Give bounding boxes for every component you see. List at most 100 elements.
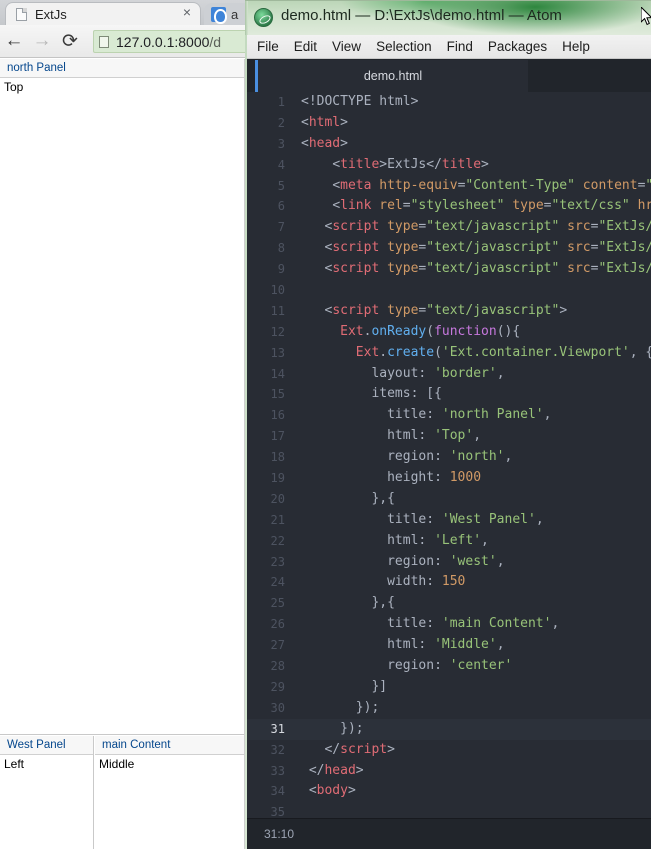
code-line[interactable]: 18 region: 'north',	[247, 447, 651, 468]
atom-tab-bar: demo.html	[247, 59, 651, 92]
code-line[interactable]: 11 <script type="text/javascript">	[247, 301, 651, 322]
ext-panel-west-title: West Panel	[0, 736, 93, 755]
line-number: 24	[270, 575, 285, 590]
code-editor[interactable]: 1 <!DOCTYPE html> 2 <html> 3 <head> 4 <title>E…	[247, 92, 651, 818]
code-line[interactable]: 27 html: 'Middle',	[247, 635, 651, 656]
code-line-text: region: 'west',	[387, 553, 505, 569]
code-line[interactable]: 23 region: 'west',	[247, 552, 651, 573]
code-line[interactable]: 35	[247, 802, 651, 818]
ext-panel-center-title: main Content	[95, 736, 244, 755]
code-line[interactable]: 16 title: 'north Panel',	[247, 405, 651, 426]
menu-find[interactable]: Find	[447, 39, 473, 54]
address-path: /d	[209, 33, 222, 50]
menu-selection[interactable]: Selection	[376, 39, 432, 54]
menu-help[interactable]: Help	[562, 39, 590, 54]
ext-panel-west: West Panel Left	[0, 736, 94, 849]
code-line[interactable]: 28 region: 'center'	[247, 656, 651, 677]
line-number: 27	[270, 638, 285, 653]
code-line[interactable]: 9 <script type="text/javascript" src="Ex…	[247, 259, 651, 280]
tab-label: demo.html	[363, 69, 423, 83]
line-number: 5	[277, 178, 285, 193]
code-line[interactable]: 21 title: 'West Panel',	[247, 510, 651, 531]
forward-icon[interactable]: →	[28, 27, 56, 55]
code-line-text: });	[340, 720, 364, 736]
browser-tab-strip: ExtJs × a	[0, 0, 251, 25]
menu-edit[interactable]: Edit	[294, 39, 317, 54]
code-line[interactable]: 5 <meta http-equiv="Content-Type" conten…	[247, 176, 651, 197]
code-line[interactable]: 6 <link rel="stylesheet" type="text/css"…	[247, 196, 651, 217]
line-number: 35	[270, 805, 285, 818]
code-line[interactable]: 30 });	[247, 698, 651, 719]
code-line-text: }]	[371, 678, 388, 694]
code-line[interactable]: 7 <script type="text/javascript" src="Ex…	[247, 217, 651, 238]
atom-status-bar: 31:10	[247, 818, 651, 849]
reload-icon[interactable]: ⟳	[56, 27, 84, 55]
code-line[interactable]: 20 },{	[247, 489, 651, 510]
code-line-text: <script type="text/javascript" src="ExtJ…	[324, 240, 651, 256]
code-line-text: title: 'north Panel',	[387, 407, 552, 423]
close-icon[interactable]: ×	[180, 5, 194, 19]
line-number: 18	[270, 450, 285, 465]
tab-demo-html[interactable]: demo.html	[255, 60, 528, 92]
line-number: 1	[277, 95, 285, 109]
code-line[interactable]: 13 Ext.create('Ext.container.Viewport', …	[247, 343, 651, 364]
code-line[interactable]: 33 </head>	[247, 761, 651, 782]
ext-panel-north: north Panel Top	[0, 59, 244, 735]
line-number: 17	[270, 429, 285, 444]
mouse-pointer-icon	[641, 7, 651, 26]
line-number: 25	[270, 596, 285, 611]
cursor-position-status[interactable]: 31:10	[264, 827, 294, 841]
menu-file[interactable]: File	[257, 39, 279, 54]
code-line[interactable]: 12 Ext.onReady(function(){	[247, 322, 651, 343]
code-line[interactable]: 34 <body>	[247, 781, 651, 802]
ext-panel-north-title: north Panel	[0, 59, 244, 78]
code-line[interactable]: 17 html: 'Top',	[247, 426, 651, 447]
code-line-text: <html>	[301, 114, 348, 130]
code-line-text: <head>	[301, 135, 348, 151]
window-frame-edge	[245, 1, 248, 36]
line-number: 32	[270, 742, 285, 757]
line-number: 29	[270, 679, 285, 694]
code-line[interactable]: 24 width: 150	[247, 572, 651, 593]
code-line-text: title: 'main Content',	[387, 616, 560, 632]
code-line[interactable]: 31 });	[247, 718, 651, 740]
code-line-text: <body>	[308, 783, 356, 799]
line-number: 6	[277, 199, 285, 214]
code-line[interactable]: 19 height: 1000	[247, 468, 651, 489]
code-line-text: <script type="text/javascript">	[324, 302, 568, 318]
code-line[interactable]: 1 <!DOCTYPE html>	[247, 92, 651, 113]
line-number: 26	[270, 617, 285, 632]
browser-toolbar: ← → ⟳ 127.0.0.1:8000/d	[0, 25, 251, 58]
ext-panel-center-body: Middle	[95, 755, 244, 773]
code-line[interactable]: 22 html: 'Left',	[247, 531, 651, 552]
code-line[interactable]: 3 <head>	[247, 134, 651, 155]
code-line-text: },{	[371, 595, 395, 611]
browser-tab-secondary[interactable]: a	[204, 3, 251, 25]
address-bar[interactable]: 127.0.0.1:8000/d	[93, 30, 251, 53]
address-bar-text: 127.0.0.1:8000/d	[116, 34, 221, 50]
code-line[interactable]: 25 },{	[247, 593, 651, 614]
atom-title-bar[interactable]: demo.html — D:\ExtJs\demo.html — Atom	[245, 0, 651, 36]
code-line[interactable]: 10	[247, 280, 651, 301]
code-line[interactable]: 32 </script>	[247, 740, 651, 761]
code-line-text: items: [{	[371, 386, 442, 402]
line-number: 9	[277, 262, 285, 277]
code-line[interactable]: 15 items: [{	[247, 384, 651, 405]
atom-workspace: demo.html 1 <!DOCTYPE html> 2 <html> 3 <head>…	[247, 59, 651, 849]
code-line[interactable]: 29 }]	[247, 677, 651, 698]
code-line-text: html: 'Middle',	[387, 637, 505, 653]
code-line[interactable]: 8 <script type="text/javascript" src="Ex…	[247, 238, 651, 259]
line-number: 15	[270, 387, 285, 402]
line-number: 21	[270, 512, 285, 527]
browser-tab-extjs[interactable]: ExtJs	[5, 2, 201, 25]
menu-packages[interactable]: Packages	[488, 39, 547, 54]
menu-view[interactable]: View	[332, 39, 361, 54]
code-line-text: </script>	[324, 741, 395, 757]
code-line[interactable]: 4 <title>ExtJs</title>	[247, 155, 651, 176]
code-line[interactable]: 14 layout: 'border',	[247, 364, 651, 385]
code-line-text: html: 'Left',	[387, 532, 489, 548]
code-line[interactable]: 2 <html>	[247, 113, 651, 134]
back-icon[interactable]: ←	[0, 27, 28, 55]
chrome-browser-window: ExtJs × a ← → ⟳ 127.0.0.1:8000/d north P…	[0, 0, 251, 849]
code-line[interactable]: 26 title: 'main Content',	[247, 614, 651, 635]
